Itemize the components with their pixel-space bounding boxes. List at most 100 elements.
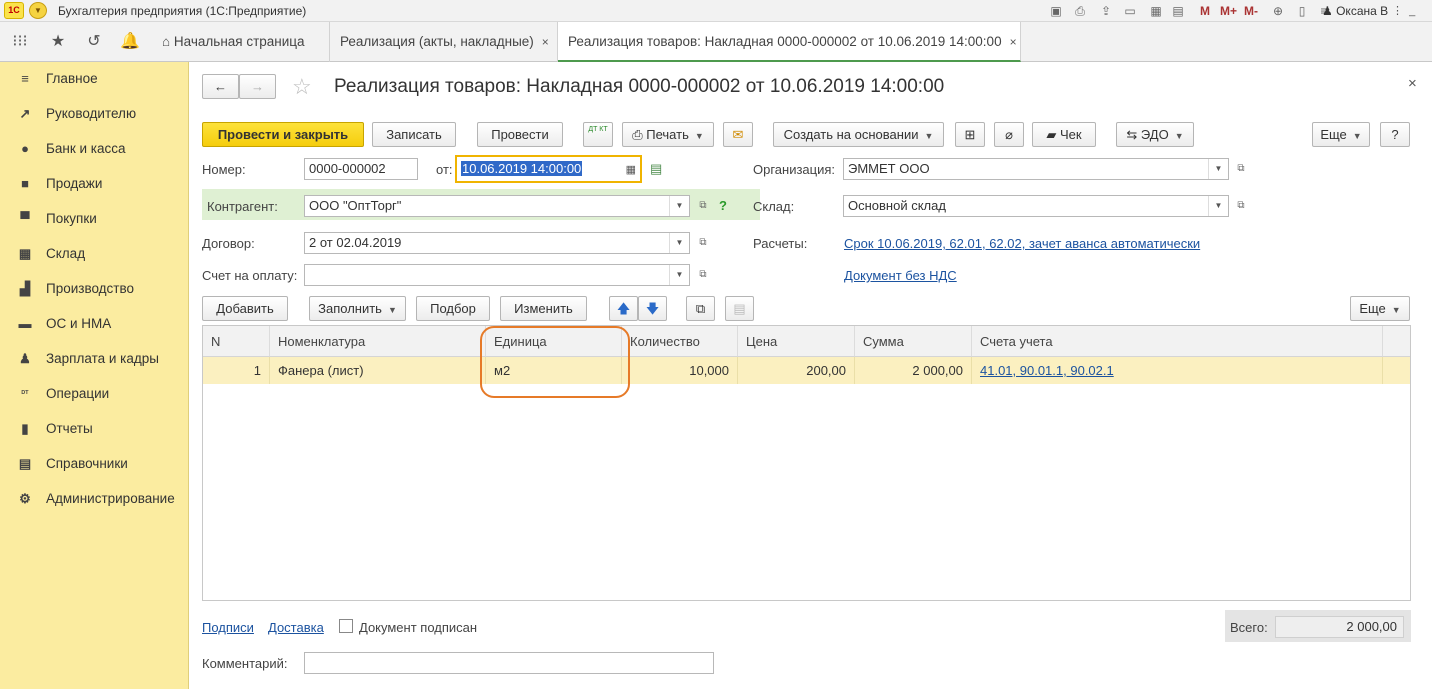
col-header-item[interactable]: Номенклатура — [270, 326, 486, 357]
accounts-link[interactable]: 41.01, 90.01.1, 90.02.1 — [980, 363, 1114, 378]
col-header-n[interactable]: N — [203, 326, 270, 357]
settlements-link[interactable]: Срок 10.06.2019, 62.01, 62.02, зачет ава… — [844, 236, 1200, 251]
post-button[interactable]: Провести — [477, 122, 563, 147]
cell-sum[interactable]: 2 000,00 — [855, 357, 972, 384]
chevron-down-icon[interactable]: ▼ — [669, 196, 689, 216]
history-icon[interactable]: ↺ — [83, 31, 105, 53]
memory-button[interactable]: M — [1200, 3, 1210, 19]
copy-icon[interactable]: ▭ — [1122, 3, 1138, 19]
cell-n[interactable]: 1 — [203, 357, 270, 384]
close-icon[interactable]: × — [542, 35, 549, 49]
sidebar-item-fixed-assets[interactable]: ▬ ОС и НМА — [0, 307, 189, 342]
tab-home[interactable]: ⌂ Начальная страница — [152, 22, 330, 62]
sidebar-item-warehouse[interactable]: ▦ Склад — [0, 237, 189, 272]
tab-realization-list[interactable]: Реализация (акты, накладные) × — [330, 22, 558, 62]
memory-minus-button[interactable]: M- — [1244, 3, 1258, 19]
sidebar-item-production[interactable]: ▟ Производство — [0, 272, 189, 307]
current-user[interactable]: ♟ Оксана В — [1322, 4, 1388, 18]
tab-realization-doc[interactable]: Реализация товаров: Накладная 0000-00000… — [558, 22, 1021, 62]
calendar-icon[interactable]: ▦ — [626, 160, 636, 180]
add-row-button[interactable]: Добавить — [202, 296, 288, 321]
chevron-down-icon[interactable]: ▼ — [669, 233, 689, 253]
number-field[interactable]: 0000-000002 — [304, 158, 418, 180]
more-button[interactable]: Еще ▼ — [1312, 122, 1370, 147]
move-up-button[interactable]: 🡅 — [609, 296, 638, 321]
help-button[interactable]: ? — [1380, 122, 1410, 147]
vat-link[interactable]: Документ без НДС — [844, 268, 957, 283]
close-icon[interactable]: × — [1010, 35, 1017, 49]
print-button[interactable]: ⎙ Печать ▼ — [622, 122, 714, 147]
calculator-icon[interactable]: ▦ — [1148, 3, 1164, 19]
signatures-link[interactable]: Подписи — [202, 620, 254, 635]
comment-field[interactable] — [304, 652, 714, 674]
sidebar-item-main[interactable]: ≡ Главное — [0, 62, 189, 97]
sidebar-item-operations[interactable]: ᴰᵀ Операции — [0, 377, 189, 412]
cell-price[interactable]: 200,00 — [738, 357, 855, 384]
col-header-accounts[interactable]: Счета учета — [972, 326, 1383, 357]
contractor-field[interactable]: ООО "ОптТорг" ▼ — [304, 195, 690, 217]
sidebar-item-reports[interactable]: ▮ Отчеты — [0, 412, 189, 447]
copy-rows-button[interactable]: ⧉ — [686, 296, 715, 321]
goods-table[interactable]: N Номенклатура Единица Количество Цена С… — [202, 325, 1411, 601]
save-button[interactable]: Записать — [372, 122, 456, 147]
sidebar-item-admin[interactable]: ⚙ Администрирование — [0, 482, 189, 517]
contract-field[interactable]: 2 от 02.04.2019 ▼ — [304, 232, 690, 254]
signed-checkbox[interactable] — [339, 619, 353, 633]
settings-icon[interactable]: ⋮ — [1392, 5, 1403, 17]
open-invoice-button[interactable]: ⧉ — [694, 265, 712, 285]
structure-button[interactable]: ⊞ — [955, 122, 985, 147]
post-and-close-button[interactable]: Провести и закрыть — [202, 122, 364, 147]
favorites-star-icon[interactable]: ★ — [47, 31, 69, 53]
attach-button[interactable]: ⌀ — [994, 122, 1024, 147]
col-header-price[interactable]: Цена — [738, 326, 855, 357]
sidebar-item-sales[interactable]: ■ Продажи — [0, 167, 189, 202]
sidebar-item-purchases[interactable]: ▀ Покупки — [0, 202, 189, 237]
invoice-field[interactable]: ▼ — [304, 264, 690, 286]
col-header-sum[interactable]: Сумма — [855, 326, 972, 357]
col-header-qty[interactable]: Количество — [622, 326, 738, 357]
document-status-icon[interactable]: ▤ — [650, 161, 662, 177]
dtkt-button[interactable]: ДТ КТ — [583, 122, 613, 147]
memory-plus-button[interactable]: M+ — [1220, 3, 1237, 19]
change-button[interactable]: Изменить — [500, 296, 587, 321]
sidebar-item-bank[interactable]: ● Банк и касса — [0, 132, 189, 167]
edo-button[interactable]: ⇆ ЭДО ▼ — [1116, 122, 1194, 147]
sidebar-item-directories[interactable]: ▤ Справочники — [0, 447, 189, 482]
apps-grid-icon[interactable]: ⁝⁝⁝ — [9, 31, 31, 53]
cell-qty[interactable]: 10,000 — [622, 357, 738, 384]
save-icon[interactable]: ▣ — [1048, 3, 1064, 19]
chevron-down-icon[interactable]: ▼ — [1208, 159, 1228, 179]
open-contractor-button[interactable]: ⧉ — [694, 196, 712, 216]
minimize-icon[interactable]: _ — [1409, 5, 1415, 17]
cell-accounts[interactable]: 41.01, 90.01.1, 90.02.1 — [972, 357, 1383, 384]
pick-button[interactable]: Подбор — [416, 296, 490, 321]
chevron-down-icon[interactable]: ▼ — [1208, 196, 1228, 216]
fill-button[interactable]: Заполнить ▼ — [309, 296, 406, 321]
forward-button[interactable]: → — [239, 74, 276, 99]
zoom-icon[interactable]: ⊕ — [1270, 3, 1286, 19]
back-button[interactable]: ← — [202, 74, 239, 99]
date-field[interactable]: 10.06.2019 14:00:00 ▦ — [455, 155, 642, 183]
contractor-help-button[interactable]: ? — [719, 198, 727, 213]
cell-item[interactable]: Фанера (лист) — [270, 357, 486, 384]
notifications-bell-icon[interactable]: 🔔 — [119, 31, 141, 53]
warehouse-field[interactable]: Основной склад ▼ — [843, 195, 1229, 217]
open-organization-button[interactable]: ⧉ — [1232, 159, 1250, 179]
upload-icon[interactable]: ⇪ — [1098, 3, 1114, 19]
create-based-on-button[interactable]: Создать на основании ▼ — [773, 122, 944, 147]
move-down-button[interactable]: 🡇 — [638, 296, 667, 321]
delivery-link[interactable]: Доставка — [268, 620, 324, 635]
main-menu-button[interactable]: ▼ — [29, 2, 47, 19]
sidebar-item-payroll[interactable]: ♟ Зарплата и кадры — [0, 342, 189, 377]
receipt-button[interactable]: ▰ Чек — [1032, 122, 1096, 147]
favorite-star-icon[interactable]: ☆ — [292, 74, 312, 100]
table-more-button[interactable]: Еще ▼ — [1350, 296, 1410, 321]
print-icon[interactable]: ⎙ — [1072, 3, 1088, 19]
calendar-icon[interactable]: ▤ — [1170, 3, 1186, 19]
window-buttons[interactable]: ⋮ _ — [1392, 4, 1415, 17]
email-button[interactable]: ✉ — [723, 122, 753, 147]
open-warehouse-button[interactable]: ⧉ — [1232, 196, 1250, 216]
open-contract-button[interactable]: ⧉ — [694, 233, 712, 253]
panel-icon[interactable]: ▯ — [1294, 3, 1310, 19]
paste-rows-button[interactable]: ▤ — [725, 296, 754, 321]
